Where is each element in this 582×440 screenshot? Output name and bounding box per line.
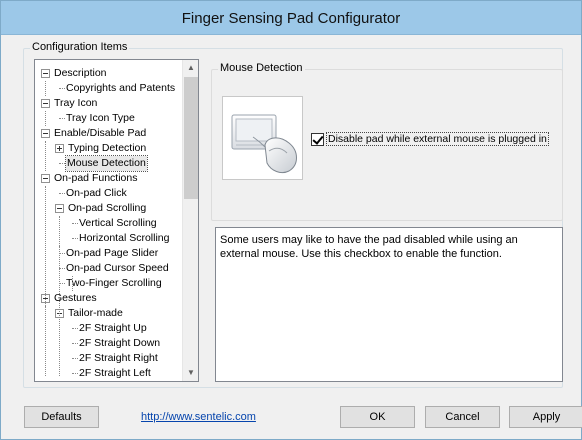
tree-item[interactable]: Two-Finger Scrolling: [35, 276, 183, 291]
tree-item[interactable]: On-pad Cursor Speed: [35, 261, 183, 276]
tree-item-label: Copyrights and Patents: [66, 82, 176, 94]
tree-connector: [59, 193, 65, 194]
tree-item-label: 2F Straight Right: [79, 352, 158, 364]
tree-item-label: On-pad Page Slider: [66, 247, 159, 259]
title-bar: Finger Sensing Pad Configurator: [1, 1, 581, 35]
tree-item[interactable]: 2F Straight Up: [35, 321, 183, 336]
sentelic-link[interactable]: http://www.sentelic.com: [141, 411, 256, 423]
tree-guide-line: [59, 216, 60, 246]
description-box: Some users may like to have the pad disa…: [215, 227, 563, 382]
tree-connector: [59, 88, 65, 89]
tree-guide-line: [72, 276, 73, 291]
tree-item[interactable]: Tray Icon Type: [35, 111, 183, 126]
tree-item-label: Two-Finger Scrolling: [66, 277, 162, 289]
touchpad-mouse-icon: [222, 96, 303, 180]
tree-item-label: On-pad Scrolling: [68, 202, 147, 214]
tree-scrollbar[interactable]: ▲ ▼: [182, 60, 198, 381]
tree-item-label: Tailor-made: [68, 307, 123, 319]
tree-item[interactable]: 2F Straight Down: [35, 336, 183, 351]
mouse-detection-legend: Mouse Detection: [218, 62, 305, 74]
disable-pad-checkbox-label[interactable]: Disable pad while external mouse is plug…: [326, 132, 549, 146]
minus-box-icon[interactable]: [55, 204, 64, 213]
tree-item[interactable]: On-pad Click: [35, 186, 183, 201]
minus-box-icon[interactable]: [41, 174, 50, 183]
tree-item-label: 2F Straight Down: [79, 337, 161, 349]
tree-items: Description Copyrights and Patents Tray Ic…: [35, 66, 183, 381]
cancel-button[interactable]: Cancel: [425, 406, 500, 428]
tree-item[interactable]: On-pad Page Slider: [35, 246, 183, 261]
tree-item-label: Enable/Disable Pad: [54, 127, 147, 139]
tree-item-label: Typing Detection: [68, 142, 147, 154]
tree-item-label: Description: [54, 67, 107, 79]
tree-item[interactable]: Gestures: [35, 291, 183, 306]
window-title: Finger Sensing Pad Configurator: [181, 10, 401, 27]
tree-item[interactable]: Enable/Disable Pad: [35, 126, 183, 141]
minus-box-icon[interactable]: [41, 69, 50, 78]
tree-item[interactable]: Copyrights and Patents: [35, 81, 183, 96]
configurator-window: Finger Sensing Pad Configurator Configur…: [0, 0, 582, 440]
tree-connector: [72, 343, 78, 344]
tree-connector: [72, 238, 78, 239]
plus-box-icon[interactable]: [55, 144, 64, 153]
tree-guide-line: [59, 246, 60, 376]
tree-item-label: On-pad Cursor Speed: [66, 262, 169, 274]
configuration-items-legend: Configuration Items: [30, 41, 130, 53]
chevron-up-icon[interactable]: ▲: [183, 60, 198, 76]
tree-item[interactable]: Tailor-made: [35, 306, 183, 321]
disable-pad-checkbox[interactable]: [311, 132, 324, 146]
tree-guide-line: [45, 111, 46, 126]
tree-item[interactable]: Vertical Scrolling: [35, 216, 183, 231]
tree-connector: [72, 373, 78, 374]
minus-box-icon[interactable]: [41, 129, 50, 138]
tree-item[interactable]: Mouse Detection: [35, 155, 183, 172]
defaults-button[interactable]: Defaults: [24, 406, 99, 428]
tree-item-label: Vertical Scrolling: [79, 217, 157, 229]
tree-item-label: On-pad Functions: [54, 172, 138, 184]
configuration-tree[interactable]: Description Copyrights and Patents Tray Ic…: [34, 59, 199, 382]
tree-guide-line: [45, 81, 46, 96]
tree-item-label: Tray Icon: [54, 97, 98, 109]
tree-item[interactable]: Description: [35, 66, 183, 81]
tree-item-label: 2F Straight Left: [79, 367, 151, 379]
tree-item[interactable]: On-pad Functions: [35, 171, 183, 186]
ok-button[interactable]: OK: [340, 406, 415, 428]
tree-item[interactable]: 2F Straight Left: [35, 366, 183, 381]
tree-item-label: Mouse Detection: [65, 155, 148, 172]
tree-guide-line: [45, 141, 46, 171]
tree-item[interactable]: Horizontal Scrolling: [35, 231, 183, 246]
chevron-down-icon[interactable]: ▼: [183, 365, 198, 381]
disable-pad-checkbox-row[interactable]: Disable pad while external mouse is plug…: [311, 132, 549, 146]
tree-guide-line: [45, 306, 46, 376]
tree-connector: [72, 358, 78, 359]
scrollbar-thumb[interactable]: [184, 77, 198, 199]
tree-item-label: Tray Icon Type: [66, 112, 135, 124]
tree-item[interactable]: Tray Icon: [35, 96, 183, 111]
tree-item-label: Horizontal Scrolling: [79, 232, 170, 244]
tree-connector: [72, 223, 78, 224]
tree-connector: [59, 163, 65, 164]
tree-item[interactable]: Typing Detection: [35, 141, 183, 156]
tree-item[interactable]: On-pad Scrolling: [35, 201, 183, 216]
tree-connector: [72, 328, 78, 329]
tree-item[interactable]: 2F Straight Right: [35, 351, 183, 366]
apply-button[interactable]: Apply: [509, 406, 582, 428]
tree-item-label: On-pad Click: [66, 187, 127, 199]
minus-box-icon[interactable]: [41, 99, 50, 108]
tree-connector: [59, 118, 65, 119]
tree-item-label: 2F Straight Up: [79, 322, 147, 334]
tree-item-label: Gestures: [54, 292, 97, 304]
